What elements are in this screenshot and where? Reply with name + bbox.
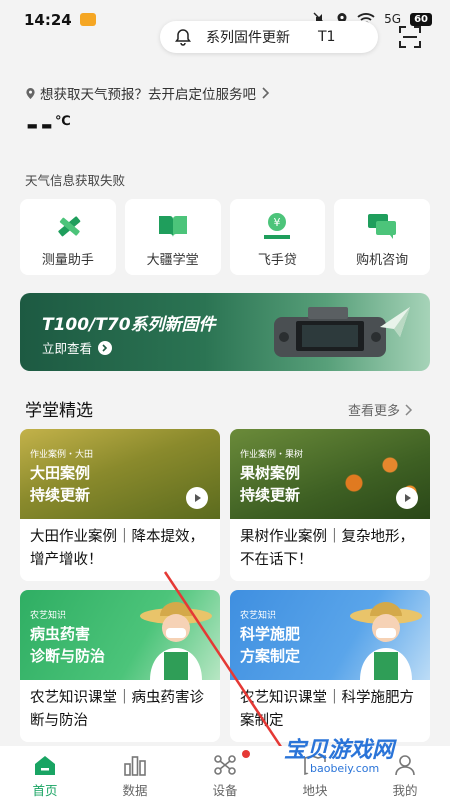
nav-home[interactable]: 首页	[0, 746, 90, 800]
nav-label: 首页	[32, 783, 58, 798]
nav-data[interactable]: 数据	[90, 746, 180, 800]
nav-device[interactable]: 设备	[180, 746, 270, 800]
drone-icon	[214, 755, 236, 775]
bar-chart-icon	[124, 756, 146, 776]
watermark-url: baobeiy.com	[306, 762, 384, 775]
home-icon	[35, 756, 55, 775]
nav-label: 设备	[212, 783, 238, 798]
nav-label: 数据	[122, 783, 148, 798]
annotation-arrow	[163, 571, 303, 780]
watermark: 宝贝游戏网 baobeiy.com	[280, 732, 420, 784]
watermark-title: 宝贝游戏网	[284, 738, 395, 763]
notification-badge	[242, 750, 250, 758]
